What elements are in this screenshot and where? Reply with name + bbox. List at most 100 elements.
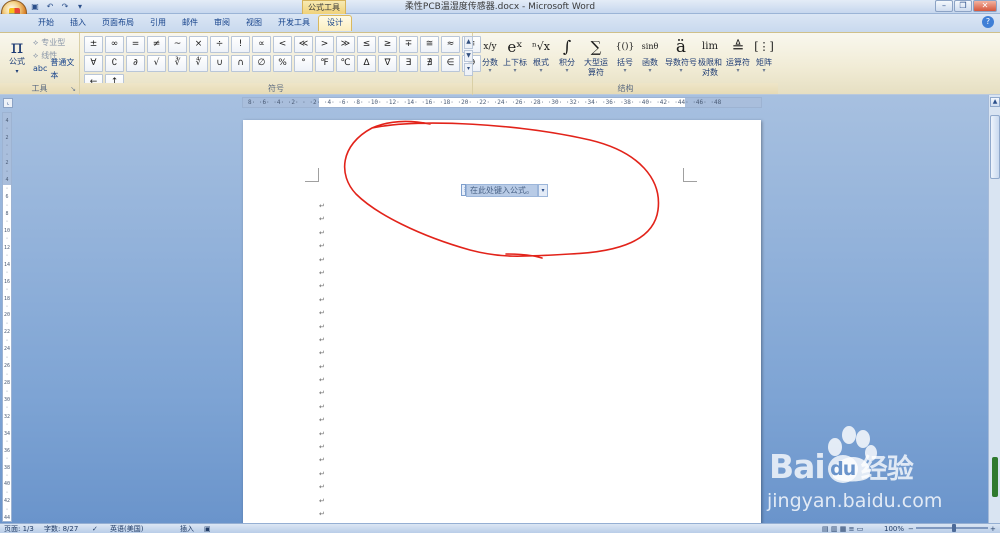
symbol-button[interactable]: % [273,55,292,72]
zoom-in-icon[interactable]: + [990,524,996,533]
symbol-button[interactable]: ≥ [378,36,397,53]
tab-insert[interactable]: 插入 [62,15,94,31]
scroll-up-icon[interactable]: ▲ [990,97,1000,107]
customize-qat-icon[interactable]: ▾ [75,2,85,12]
vertical-ruler[interactable]: 4 · 2 · · 2 · 4 · 6 · 8 · 10 · 12 · 14 ·… [2,112,12,522]
zoom-slider-knob[interactable] [952,524,956,532]
symbol-button[interactable]: > [315,36,334,53]
symbol-button[interactable]: ∇ [378,55,397,72]
document-page[interactable]: ⋮ 在此处键入公式。 ▾ ↵ ↵ ↵ ↵ ↵ ↵ ↵ ↵ ↵ ↵ ↵ ↵ ↵ ↵… [243,120,761,525]
proofing-icon[interactable]: ✓ [92,524,98,533]
tab-home[interactable]: 开始 [30,15,62,31]
symbol-button[interactable]: ~ [168,36,187,53]
symbol-button[interactable]: √ [147,55,166,72]
dialog-launcher-icon[interactable]: ↘ [70,85,76,93]
limit-log-button[interactable]: lim 极限和对数 [697,36,723,78]
outline-icon[interactable]: ≡ [849,525,855,533]
symbol-button[interactable]: < [273,36,292,53]
equation-options-icon[interactable]: ▾ [538,183,548,197]
symbol-button[interactable]: ∩ [231,55,250,72]
tab-design[interactable]: 设计 [318,15,352,31]
web-layout-icon[interactable]: ▦ [840,525,847,533]
symbol-button[interactable]: ∜ [189,55,208,72]
undo-icon[interactable]: ↶ [45,2,55,12]
accent-button[interactable]: ä 导数符号 ▾ [665,36,697,74]
symbol-button[interactable]: ∃ [399,55,418,72]
symbol-button[interactable]: ≤ [357,36,376,53]
symbol-button[interactable]: ∝ [252,36,271,53]
symbol-button[interactable]: ∂ [126,55,145,72]
large-operator-button[interactable]: ∑ 大型运算符 [581,36,611,78]
tab-mailings[interactable]: 邮件 [174,15,206,31]
chevron-down-icon: ▾ [513,67,517,74]
professional-option[interactable]: ⟡ 专业型 [33,36,79,49]
ruler-toggle-icon[interactable]: ⌞ [3,98,13,108]
tab-review[interactable]: 审阅 [206,15,238,31]
close-button[interactable]: ✕ [973,0,997,12]
symbol-button[interactable]: ∁ [105,55,124,72]
zoom-out-icon[interactable]: − [908,524,914,533]
draft-icon[interactable]: ▭ [857,525,864,533]
gallery-down-icon[interactable]: ▼ [464,49,473,63]
symbol-button[interactable]: ≠ [147,36,166,53]
print-layout-icon[interactable]: ▤ [822,525,829,533]
redo-icon[interactable]: ↷ [60,2,70,12]
radical-button[interactable]: ⁿ√x 根式 ▾ [527,36,555,74]
symbol-button[interactable]: ∆ [357,55,376,72]
gallery-up-icon[interactable]: ▲ [464,36,473,49]
tab-view[interactable]: 视图 [238,15,270,31]
symbol-button[interactable]: ∅ [252,55,271,72]
tab-references[interactable]: 引用 [142,15,174,31]
margin-corner-top-right [683,168,697,182]
symbol-button[interactable]: ± [84,36,103,53]
equation-input[interactable]: 在此处键入公式。 [466,183,538,197]
horizontal-ruler[interactable]: 8· ·6· ·4· ·2· · ·2· ·4· ·6· ·8· ·10· ·1… [242,97,762,108]
symbol-button[interactable]: ÷ [210,36,229,53]
symbol-button[interactable]: = [126,36,145,53]
save-icon[interactable]: ▣ [30,2,40,12]
zoom-level[interactable]: 100% [884,524,904,533]
zoom-slider[interactable] [916,524,988,532]
symbol-button[interactable]: ≅ [420,36,439,53]
macro-record-icon[interactable]: ▣ [204,524,211,533]
symbol-button[interactable]: ∛ [168,55,187,72]
symbol-button[interactable]: ≈ [441,36,460,53]
symbol-button[interactable]: ≪ [294,36,313,53]
symbol-button[interactable]: ° [294,55,313,72]
normal-text-option[interactable]: abc 普通文本 [33,58,79,80]
tab-developer[interactable]: 开发工具 [270,15,318,31]
restore-button[interactable]: ❐ [954,0,972,12]
equation-placeholder[interactable]: ⋮ 在此处键入公式。 ▾ [461,183,548,197]
symbol-button[interactable]: × [189,36,208,53]
symbol-button[interactable]: ℃ [336,55,355,72]
gallery-more-icon[interactable]: ▾ [464,63,473,77]
symbol-button[interactable]: ℉ [315,55,334,72]
symbol-button[interactable]: ! [231,36,250,53]
vertical-scrollbar[interactable]: ▲ [988,95,1000,523]
function-button[interactable]: sinθ 函数 ▾ [636,36,664,74]
bracket-button[interactable]: {()} 括号 ▾ [611,36,639,74]
scrollbar-thumb[interactable] [990,115,1000,179]
help-icon[interactable]: ? [982,16,994,28]
symbol-button[interactable]: ∈ [441,55,460,72]
word-count[interactable]: 字数: 8/27 [44,524,78,533]
full-screen-icon[interactable]: ▥ [831,525,838,533]
symbol-button[interactable]: ≫ [336,36,355,53]
insert-mode[interactable]: 插入 [180,524,194,533]
symbol-button[interactable]: ∄ [420,55,439,72]
operator-button[interactable]: ≜ 运算符 ▾ [724,36,752,74]
language-indicator[interactable]: 英语(美国) [110,524,143,533]
matrix-button[interactable]: [⋮] 矩阵 ▾ [750,36,778,74]
symbol-button[interactable]: ∓ [399,36,418,53]
symbol-button[interactable]: ∞ [105,36,124,53]
integral-button[interactable]: ∫ 积分 ▾ [553,36,581,74]
script-button[interactable]: eˣ 上下标 ▾ [501,36,529,74]
equation-button[interactable]: π 公式 ▾ [5,37,29,77]
symbol-button[interactable]: ∀ [84,55,103,72]
minimize-button[interactable]: – [935,0,953,12]
paragraph-mark: ↵ [319,362,325,371]
page-indicator[interactable]: 页面: 1/3 [4,524,34,533]
symbol-button[interactable]: ∪ [210,55,229,72]
fraction-button[interactable]: x/y 分数 ▾ [476,36,504,74]
tab-page-layout[interactable]: 页面布局 [94,15,142,31]
